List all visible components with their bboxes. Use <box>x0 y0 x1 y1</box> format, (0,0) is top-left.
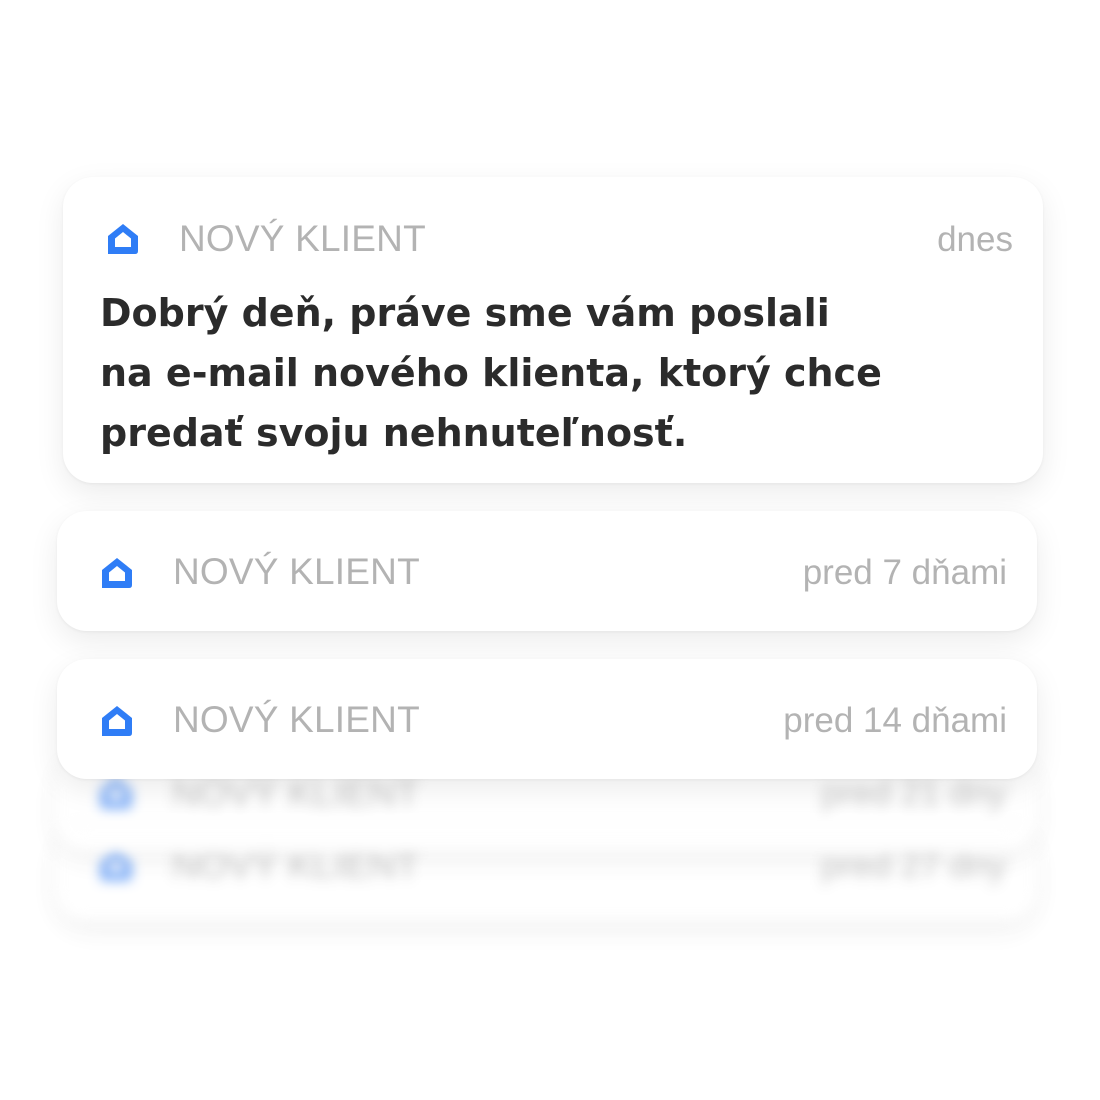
home-icon <box>101 778 131 808</box>
notification-time: pred 21 dny <box>821 774 1006 813</box>
app-name: NOVÝ KLIENT <box>173 551 420 592</box>
app-name: NOVÝ KLIENT <box>172 773 419 814</box>
notification-card-expanded[interactable]: NOVÝ KLIENT dnes Dobrý deň, práve sme vá… <box>63 177 1043 483</box>
home-icon <box>108 224 138 254</box>
message-line: Dobrý deň, práve sme vám poslali <box>100 291 830 335</box>
notification-message: Dobrý deň, práve sme vám poslali na e-ma… <box>100 283 1000 463</box>
home-icon <box>102 706 132 736</box>
app-name: NOVÝ KLIENT <box>173 699 420 740</box>
notification-time: pred 14 dňami <box>783 701 1007 740</box>
notification-card-2[interactable]: NOVÝ KLIENT pred 7 dňami <box>57 511 1037 631</box>
home-icon <box>101 850 131 880</box>
message-line: na e-mail nového klienta, ktorý chce <box>100 351 882 395</box>
app-name: NOVÝ KLIENT <box>172 845 419 886</box>
home-icon <box>102 558 132 588</box>
notification-card-3[interactable]: NOVÝ KLIENT pred 14 dňami <box>57 659 1037 779</box>
message-line: predať svoju nehnuteľnosť. <box>100 411 688 455</box>
notification-time: pred 7 dňami <box>802 553 1007 592</box>
notification-time: dnes <box>937 220 1013 259</box>
notification-time: pred 27 dny <box>821 846 1006 885</box>
app-name: NOVÝ KLIENT <box>179 218 426 259</box>
